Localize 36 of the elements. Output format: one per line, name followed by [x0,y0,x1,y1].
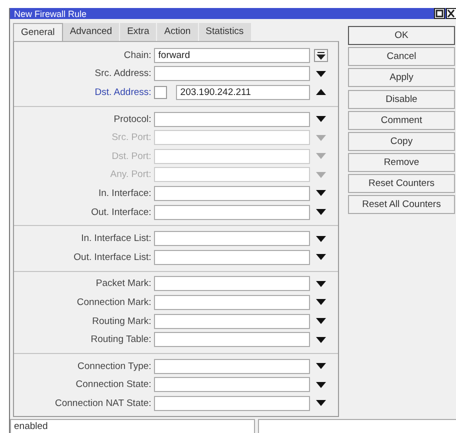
field-label: Out. Interface List: [72,252,152,263]
field-label: Routing Mark: [91,316,152,327]
input-field[interactable]: forward [154,48,310,63]
button[interactable]: OK [348,26,455,45]
button[interactable]: Disable [348,90,455,109]
button[interactable]: Copy [348,132,455,151]
button[interactable]: Apply [348,68,455,87]
input-field[interactable]: 203.190.242.211 [176,84,310,100]
button[interactable]: Reset All Counters [348,195,455,214]
field-label: Dst. Address: [94,86,152,98]
tab[interactable]: Action [157,23,199,41]
tab[interactable]: Advanced [62,23,120,41]
tab[interactable]: Extra [120,23,158,41]
button[interactable]: Cancel [348,47,455,66]
window-title: New Firewall Rule [14,8,87,18]
field-label: Src. Address: [94,68,152,80]
field-label: In. Interface List: [80,233,152,244]
field-label: Connection Mark: [76,296,152,308]
field-label: Out. Interface: [90,206,152,218]
field-label: Protocol: [112,114,152,125]
button[interactable]: Remove [348,153,455,172]
field-label: Routing Table: [90,334,152,346]
field-label: Packet Mark: [94,278,152,290]
field-label: In. Interface: [97,188,152,199]
field-label: Any. Port: [109,169,152,180]
button[interactable]: Comment [348,111,455,130]
tab[interactable]: Statistics [198,23,252,41]
field-label: Dst. Port: [110,150,152,162]
field-label: Connection Type: [76,360,152,372]
tab[interactable]: General [13,23,63,41]
field-label: Src. Port: [110,132,152,144]
field-label: Chain: [122,50,152,61]
field-label: Connection NAT State: [54,398,152,409]
field-label: Connection State: [74,379,152,390]
status-text: enabled [10,418,255,433]
button[interactable]: Reset Counters [348,174,455,193]
